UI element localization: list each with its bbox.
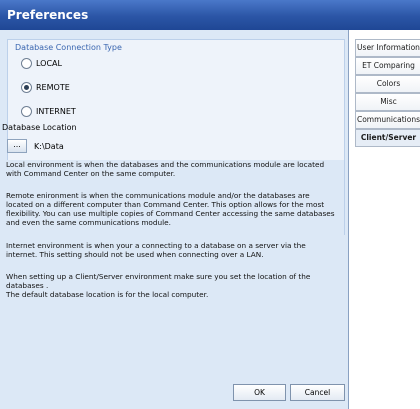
radio-remote[interactable]: REMOTE <box>21 80 70 94</box>
cancel-button[interactable]: Cancel <box>290 384 345 401</box>
tab-communications[interactable]: Communications <box>355 111 420 129</box>
radio-local-label[interactable]: LOCAL <box>36 59 62 68</box>
tab-client-server[interactable]: Client/Server <box>355 129 420 147</box>
browse-button[interactable]: ... <box>7 139 27 153</box>
description-remote: Remote enironment is when the communicat… <box>6 191 335 227</box>
radio-remote-circle[interactable] <box>21 81 32 93</box>
database-location-label: Database Location <box>2 123 77 132</box>
database-path: K:\Data <box>34 142 64 151</box>
client-server-panel: Database Connection Type LOCAL REMOTE IN… <box>0 30 348 409</box>
tab-user-information[interactable]: User Information <box>355 39 420 57</box>
radio-internet[interactable]: INTERNET <box>21 104 76 118</box>
radio-internet-label[interactable]: INTERNET <box>36 107 76 116</box>
description-local: Local environment is when the databases … <box>6 160 325 178</box>
radio-local[interactable]: LOCAL <box>21 56 62 70</box>
description-text: Local environment is when the databases … <box>6 160 344 400</box>
tab-colors[interactable]: Colors <box>355 75 420 93</box>
connection-type-label: Database Connection Type <box>15 43 122 52</box>
preferences-window: Preferences Database Connection Type LOC… <box>0 0 420 409</box>
ok-button[interactable]: OK <box>233 384 286 401</box>
tab-et-comparing[interactable]: ET Comparing <box>355 57 420 75</box>
tab-misc[interactable]: Misc <box>355 93 420 111</box>
description-internet: Internet environment is when your a conn… <box>6 241 306 259</box>
radio-remote-label[interactable]: REMOTE <box>36 83 70 92</box>
description-client-server: When setting up a Client/Server environm… <box>6 272 311 299</box>
title-bar: Preferences <box>0 0 420 30</box>
preferences-tabs: User Information ET Comparing Colors Mis… <box>348 30 420 409</box>
radio-internet-circle[interactable] <box>21 105 32 117</box>
radio-local-circle[interactable] <box>21 57 32 69</box>
window-title: Preferences <box>7 8 89 22</box>
